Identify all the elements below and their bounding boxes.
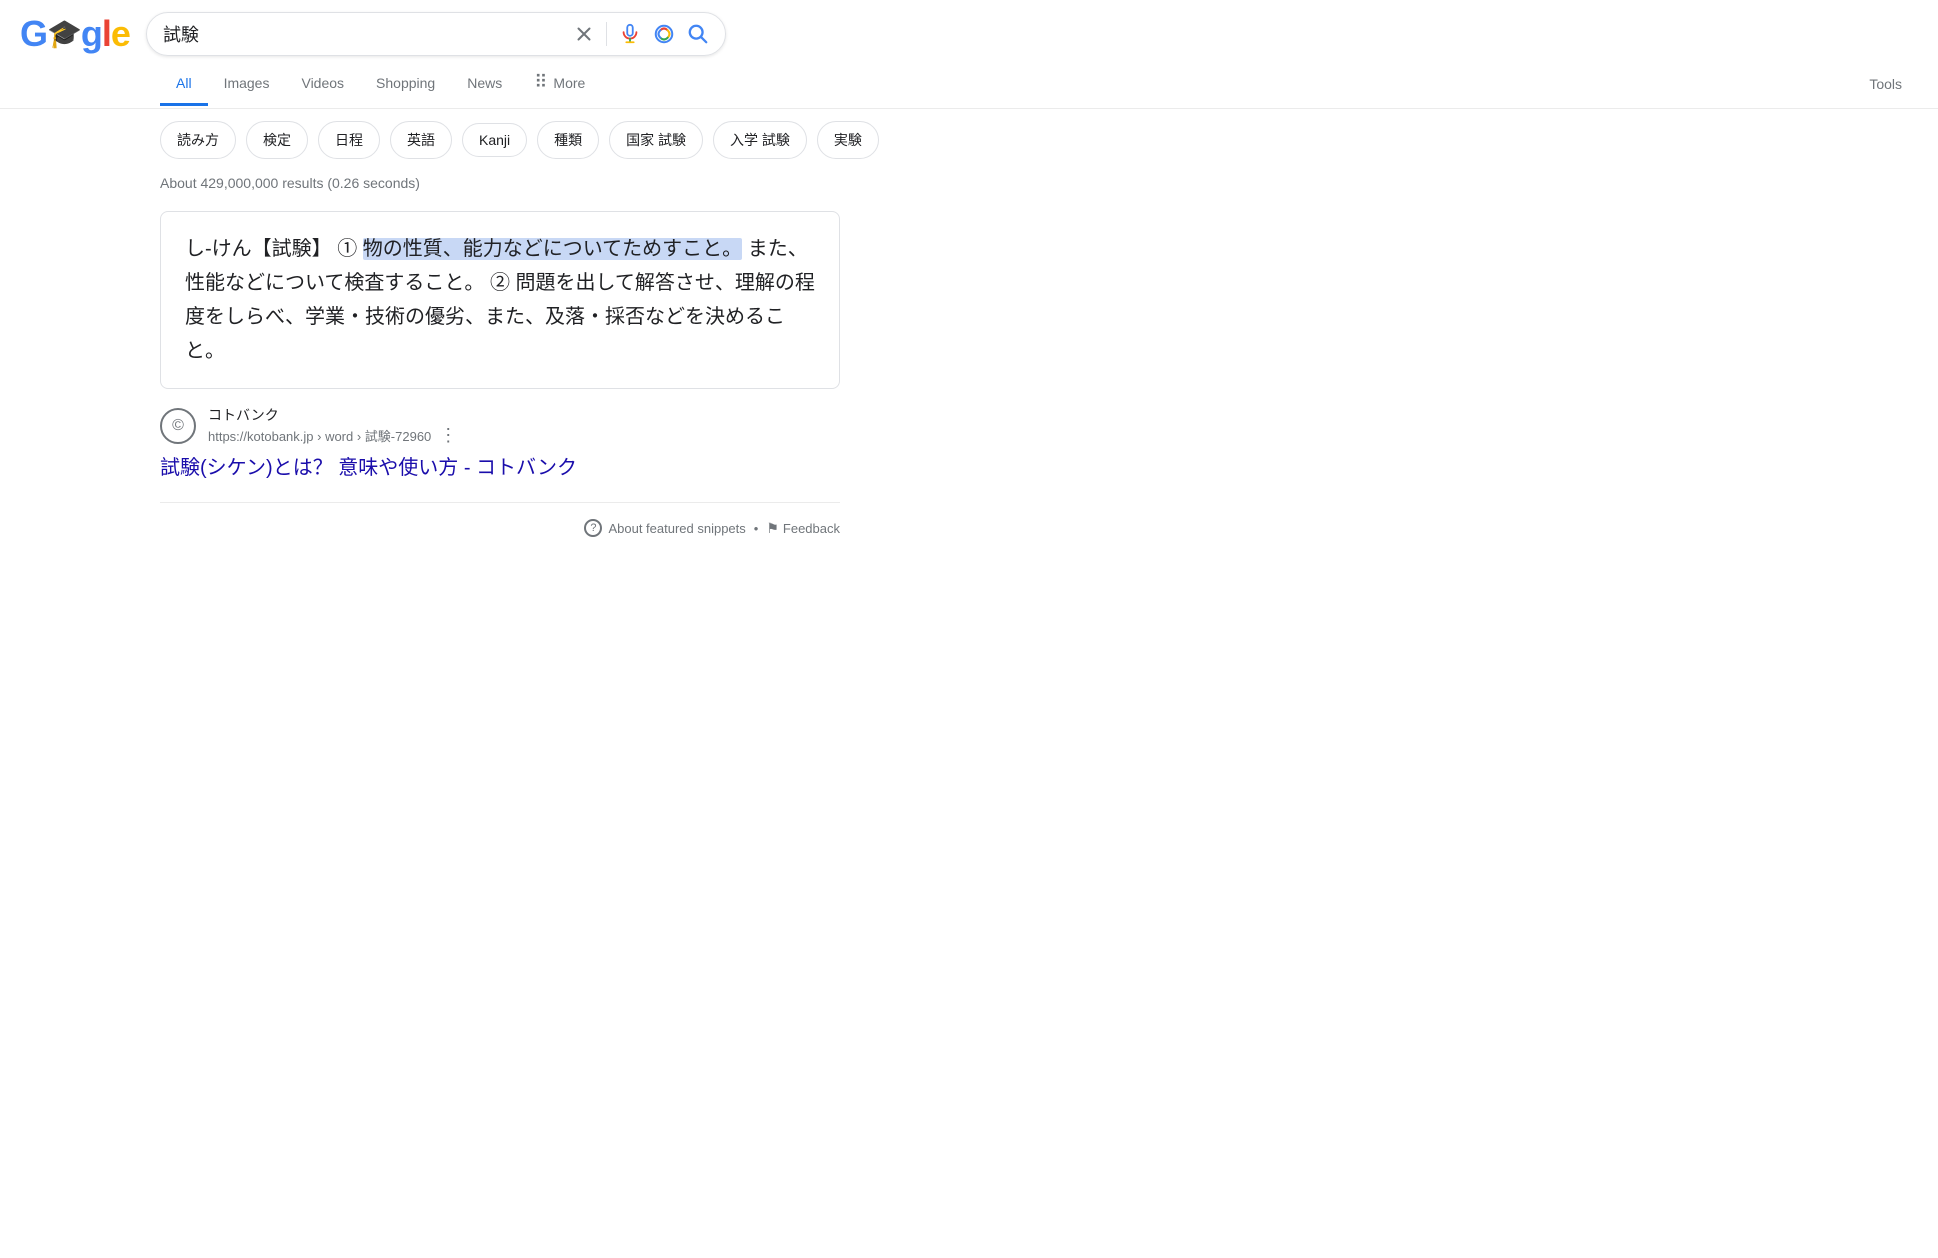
chip-nyugaku-shiken[interactable]: 入学 試験 [713,121,807,159]
source-row: © コトバンク https://kotobank.jp › word › 試験-… [160,405,840,446]
logo-g: G [20,13,47,55]
dot-separator: • [754,521,759,536]
chip-shurui[interactable]: 種類 [537,121,599,159]
source-name: コトバンク [208,405,457,425]
chip-eigo[interactable]: 英語 [390,121,452,159]
logo-owl-area: 🎓 [47,20,81,48]
google-lens-button[interactable] [653,23,675,45]
chip-nittei[interactable]: 日程 [318,121,380,159]
chip-yomikata[interactable]: 読み方 [160,121,236,159]
logo-e: e [111,13,130,55]
tab-videos[interactable]: Videos [285,63,360,106]
feedback-icon: ⚑ [766,520,779,537]
tools-button[interactable]: Tools [1853,64,1918,104]
tab-shopping[interactable]: Shopping [360,63,451,106]
bottom-bar: ? About featured snippets • ⚑ Feedback [160,502,840,553]
source-options-button[interactable]: ⋮ [439,425,457,446]
lens-icon [653,23,675,45]
search-submit-button[interactable] [687,23,709,45]
logo-l: l [102,13,111,55]
close-icon [574,24,594,44]
results-area: About 429,000,000 results (0.26 seconds)… [0,175,860,553]
about-snippets[interactable]: ? About featured snippets [584,519,745,537]
mic-icon [619,23,641,45]
clear-search-button[interactable] [574,24,594,44]
tab-images[interactable]: Images [208,63,286,106]
chip-jikken[interactable]: 実験 [817,121,879,159]
logo-g2: g [81,13,102,55]
tab-news[interactable]: News [451,63,518,106]
tab-more[interactable]: ⠿ More [518,60,601,108]
source-icon: © [160,408,196,444]
header: G 🎓 g l e 試験 [0,0,1938,56]
google-logo[interactable]: G 🎓 g l e [20,13,130,55]
results-count: About 429,000,000 results (0.26 seconds) [160,175,840,191]
search-bar-icons [574,22,709,46]
chip-kentei[interactable]: 検定 [246,121,308,159]
suggestion-chips: 読み方 検定 日程 英語 Kanji 種類 国家 試験 入学 試験 実験 [0,109,1938,171]
source-url: https://kotobank.jp › word › 試験-72960 [208,426,431,445]
chip-kokka-shiken[interactable]: 国家 試験 [609,121,703,159]
search-divider [606,22,607,46]
featured-snippet: し‐けん【試験】 ① 物の性質、能力などについてためすこと。 また、性能などにつ… [160,211,840,389]
snippet-text-before: し‐けん【試験】 ① [185,238,363,260]
search-icon [687,23,709,45]
feedback-label: Feedback [783,521,840,536]
about-snippets-label: About featured snippets [608,521,745,536]
nav-tabs: All Images Videos Shopping News ⠿ More T… [0,60,1938,109]
more-dots-icon: ⠿ [534,72,547,93]
logo-owl-icon: 🎓 [47,20,81,48]
source-info: コトバンク https://kotobank.jp › word › 試験-72… [208,405,457,446]
snippet-highlighted-text: 物の性質、能力などについてためすこと。 [363,238,742,260]
search-query-text: 試験 [163,21,564,47]
help-icon: ? [584,519,602,537]
source-url-row: https://kotobank.jp › word › 試験-72960 ⋮ [208,425,457,446]
result-title-link[interactable]: 試験(シケン)とは？ 意味や使い方 - コトバンク [160,457,577,479]
chip-kanji[interactable]: Kanji [462,123,527,157]
tab-all[interactable]: All [160,63,208,106]
search-bar: 試験 [146,12,726,56]
voice-search-button[interactable] [619,23,641,45]
feedback-button[interactable]: ⚑ Feedback [766,520,840,537]
